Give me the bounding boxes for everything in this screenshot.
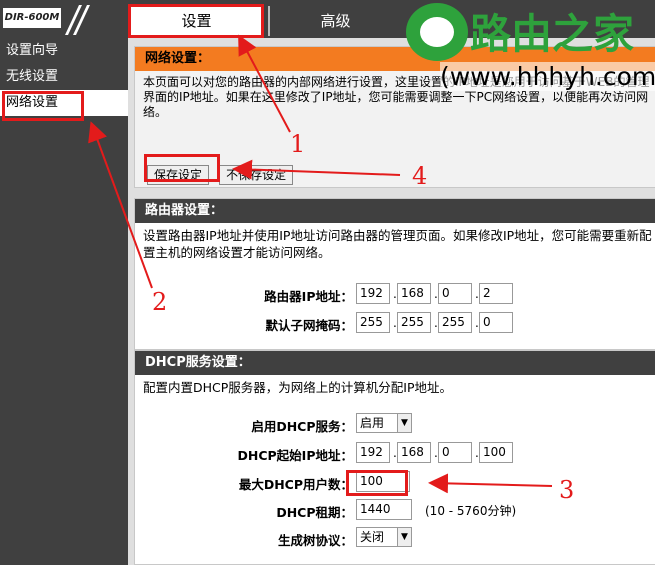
annotation-arrows bbox=[88, 34, 553, 494]
annotation-number-4: 4 bbox=[412, 162, 428, 190]
annotation-number-3: 3 bbox=[559, 476, 575, 504]
router-admin-page: DIR-600M 设置 高级 设置向导 无线设置 网络设置 网络设置： 本页面可… bbox=[0, 0, 655, 565]
annotation-number-1: 1 bbox=[290, 130, 306, 158]
annotation-number-2: 2 bbox=[152, 288, 168, 316]
